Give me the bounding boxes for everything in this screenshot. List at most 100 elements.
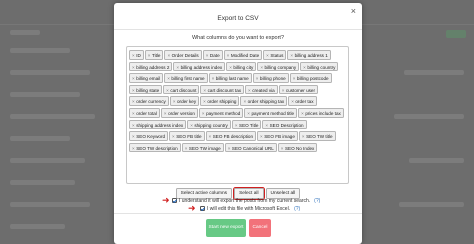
remove-tag-icon[interactable]: ×	[148, 53, 151, 58]
column-tag[interactable]: × SEO TW title	[298, 131, 336, 141]
remove-tag-icon[interactable]: ×	[212, 76, 215, 81]
column-tag[interactable]: × prices include tax	[298, 107, 344, 118]
column-tag[interactable]: × order shipping	[200, 96, 240, 106]
column-tag-label: SEO FB title	[176, 134, 202, 140]
remove-tag-icon[interactable]: ×	[132, 134, 135, 139]
column-tag[interactable]: × order currency	[129, 96, 169, 106]
column-tag[interactable]: × ID	[129, 50, 144, 60]
column-tag[interactable]: × Modified Date	[223, 50, 263, 60]
understand-checkbox[interactable]	[172, 198, 177, 204]
remove-tag-icon[interactable]: ×	[228, 146, 231, 151]
column-tag[interactable]: × payment method title	[244, 107, 298, 118]
column-tag[interactable]: × billing address 1	[287, 50, 331, 60]
remove-tag-icon[interactable]: ×	[132, 99, 135, 104]
excel-checkbox[interactable]	[200, 206, 205, 212]
remove-tag-icon[interactable]: ×	[167, 76, 170, 81]
column-tag[interactable]: × shipping country	[187, 119, 231, 130]
bg-bar	[399, 202, 464, 207]
column-tag[interactable]: × billing first name	[164, 73, 208, 83]
column-tag[interactable]: × order key	[169, 96, 200, 106]
column-tag[interactable]: × billing country	[300, 61, 339, 72]
column-tag[interactable]: × cart discount	[163, 84, 200, 95]
remove-tag-icon[interactable]: ×	[209, 134, 212, 139]
column-tag[interactable]: × billing last name	[208, 73, 252, 83]
column-tag[interactable]: × SEO Canonical URL	[224, 142, 277, 153]
help-link[interactable]: (?)	[314, 198, 320, 204]
column-tag[interactable]: × created via	[245, 84, 278, 95]
remove-tag-icon[interactable]: ×	[185, 146, 188, 151]
column-tag[interactable]: × SEO Keyword	[129, 131, 169, 141]
close-icon[interactable]: ×	[351, 6, 356, 16]
remove-tag-icon[interactable]: ×	[166, 88, 169, 93]
remove-tag-icon[interactable]: ×	[291, 99, 294, 104]
remove-tag-icon[interactable]: ×	[256, 76, 259, 81]
column-tag[interactable]: × SEO TW description	[129, 142, 181, 153]
remove-tag-icon[interactable]: ×	[190, 123, 193, 128]
column-tag[interactable]: × Date	[202, 50, 223, 60]
remove-tag-icon[interactable]: ×	[132, 65, 135, 70]
column-tag[interactable]: × cart discount tax	[200, 84, 245, 95]
remove-tag-icon[interactable]: ×	[132, 76, 135, 81]
remove-tag-icon[interactable]: ×	[172, 134, 175, 139]
remove-tag-icon[interactable]: ×	[301, 111, 304, 116]
column-tag[interactable]: × order version	[160, 107, 198, 118]
column-tag[interactable]: × SEO Title	[231, 119, 262, 130]
remove-tag-icon[interactable]: ×	[132, 53, 135, 58]
column-tag[interactable]: × Title	[144, 50, 164, 60]
help-link[interactable]: (?)	[294, 206, 300, 212]
remove-tag-icon[interactable]: ×	[293, 76, 296, 81]
column-tag[interactable]: × order tax	[288, 96, 317, 106]
column-tag[interactable]: × shipping address index	[129, 119, 187, 130]
remove-tag-icon[interactable]: ×	[235, 123, 238, 128]
start-export-button[interactable]: Start new export	[206, 219, 246, 237]
column-tag[interactable]: × SEO FB title	[169, 131, 205, 141]
remove-tag-icon[interactable]: ×	[206, 53, 209, 58]
remove-tag-icon[interactable]: ×	[176, 65, 179, 70]
remove-tag-icon[interactable]: ×	[164, 111, 167, 116]
remove-tag-icon[interactable]: ×	[132, 111, 135, 116]
remove-tag-icon[interactable]: ×	[260, 134, 263, 139]
remove-tag-icon[interactable]: ×	[202, 111, 205, 116]
remove-tag-icon[interactable]: ×	[132, 123, 135, 128]
column-tag[interactable]: × billing email	[129, 73, 164, 83]
column-tag[interactable]: × Order Details	[164, 50, 202, 60]
column-tag[interactable]: × billing address index	[173, 61, 226, 72]
remove-tag-icon[interactable]: ×	[281, 146, 284, 151]
column-tag[interactable]: × payment method	[198, 107, 244, 118]
column-tag[interactable]: × billing postcode	[289, 73, 332, 83]
column-tag[interactable]: × billing city	[226, 61, 257, 72]
columns-select[interactable]: × ID × Title × Order Details × Date × Modified Da…	[126, 46, 349, 184]
remove-tag-icon[interactable]: ×	[265, 123, 268, 128]
column-tag[interactable]: × SEO Description	[262, 119, 307, 130]
column-tag[interactable]: × billing address 2	[129, 61, 173, 72]
cancel-button[interactable]: Cancel	[249, 219, 271, 237]
column-tag[interactable]: × order shipping tax	[240, 96, 288, 106]
column-tag[interactable]: × SEO No Index	[277, 142, 318, 153]
remove-tag-icon[interactable]: ×	[167, 53, 170, 58]
column-tag[interactable]: × billing state	[129, 84, 163, 95]
remove-tag-icon[interactable]: ×	[282, 88, 285, 93]
remove-tag-icon[interactable]: ×	[247, 111, 250, 116]
remove-tag-icon[interactable]: ×	[173, 99, 176, 104]
remove-tag-icon[interactable]: ×	[132, 146, 135, 151]
remove-tag-icon[interactable]: ×	[290, 53, 293, 58]
remove-tag-icon[interactable]: ×	[243, 99, 246, 104]
column-tag[interactable]: × billing phone	[252, 73, 289, 83]
remove-tag-icon[interactable]: ×	[303, 65, 306, 70]
column-tag[interactable]: × billing company	[257, 61, 300, 72]
column-tag[interactable]: × Status	[263, 50, 287, 60]
remove-tag-icon[interactable]: ×	[302, 134, 305, 139]
remove-tag-icon[interactable]: ×	[227, 53, 230, 58]
remove-tag-icon[interactable]: ×	[260, 65, 263, 70]
remove-tag-icon[interactable]: ×	[229, 65, 232, 70]
remove-tag-icon[interactable]: ×	[248, 88, 251, 93]
remove-tag-icon[interactable]: ×	[203, 99, 206, 104]
column-tag[interactable]: × SEO FB image	[257, 131, 298, 141]
column-tag[interactable]: × order total	[129, 107, 160, 118]
remove-tag-icon[interactable]: ×	[266, 53, 269, 58]
column-tag[interactable]: × SEO FB description	[205, 131, 257, 141]
column-tag[interactable]: × SEO TW image	[181, 142, 224, 153]
remove-tag-icon[interactable]: ×	[132, 88, 135, 93]
remove-tag-icon[interactable]: ×	[203, 88, 206, 93]
column-tag[interactable]: × customer user	[278, 84, 319, 95]
